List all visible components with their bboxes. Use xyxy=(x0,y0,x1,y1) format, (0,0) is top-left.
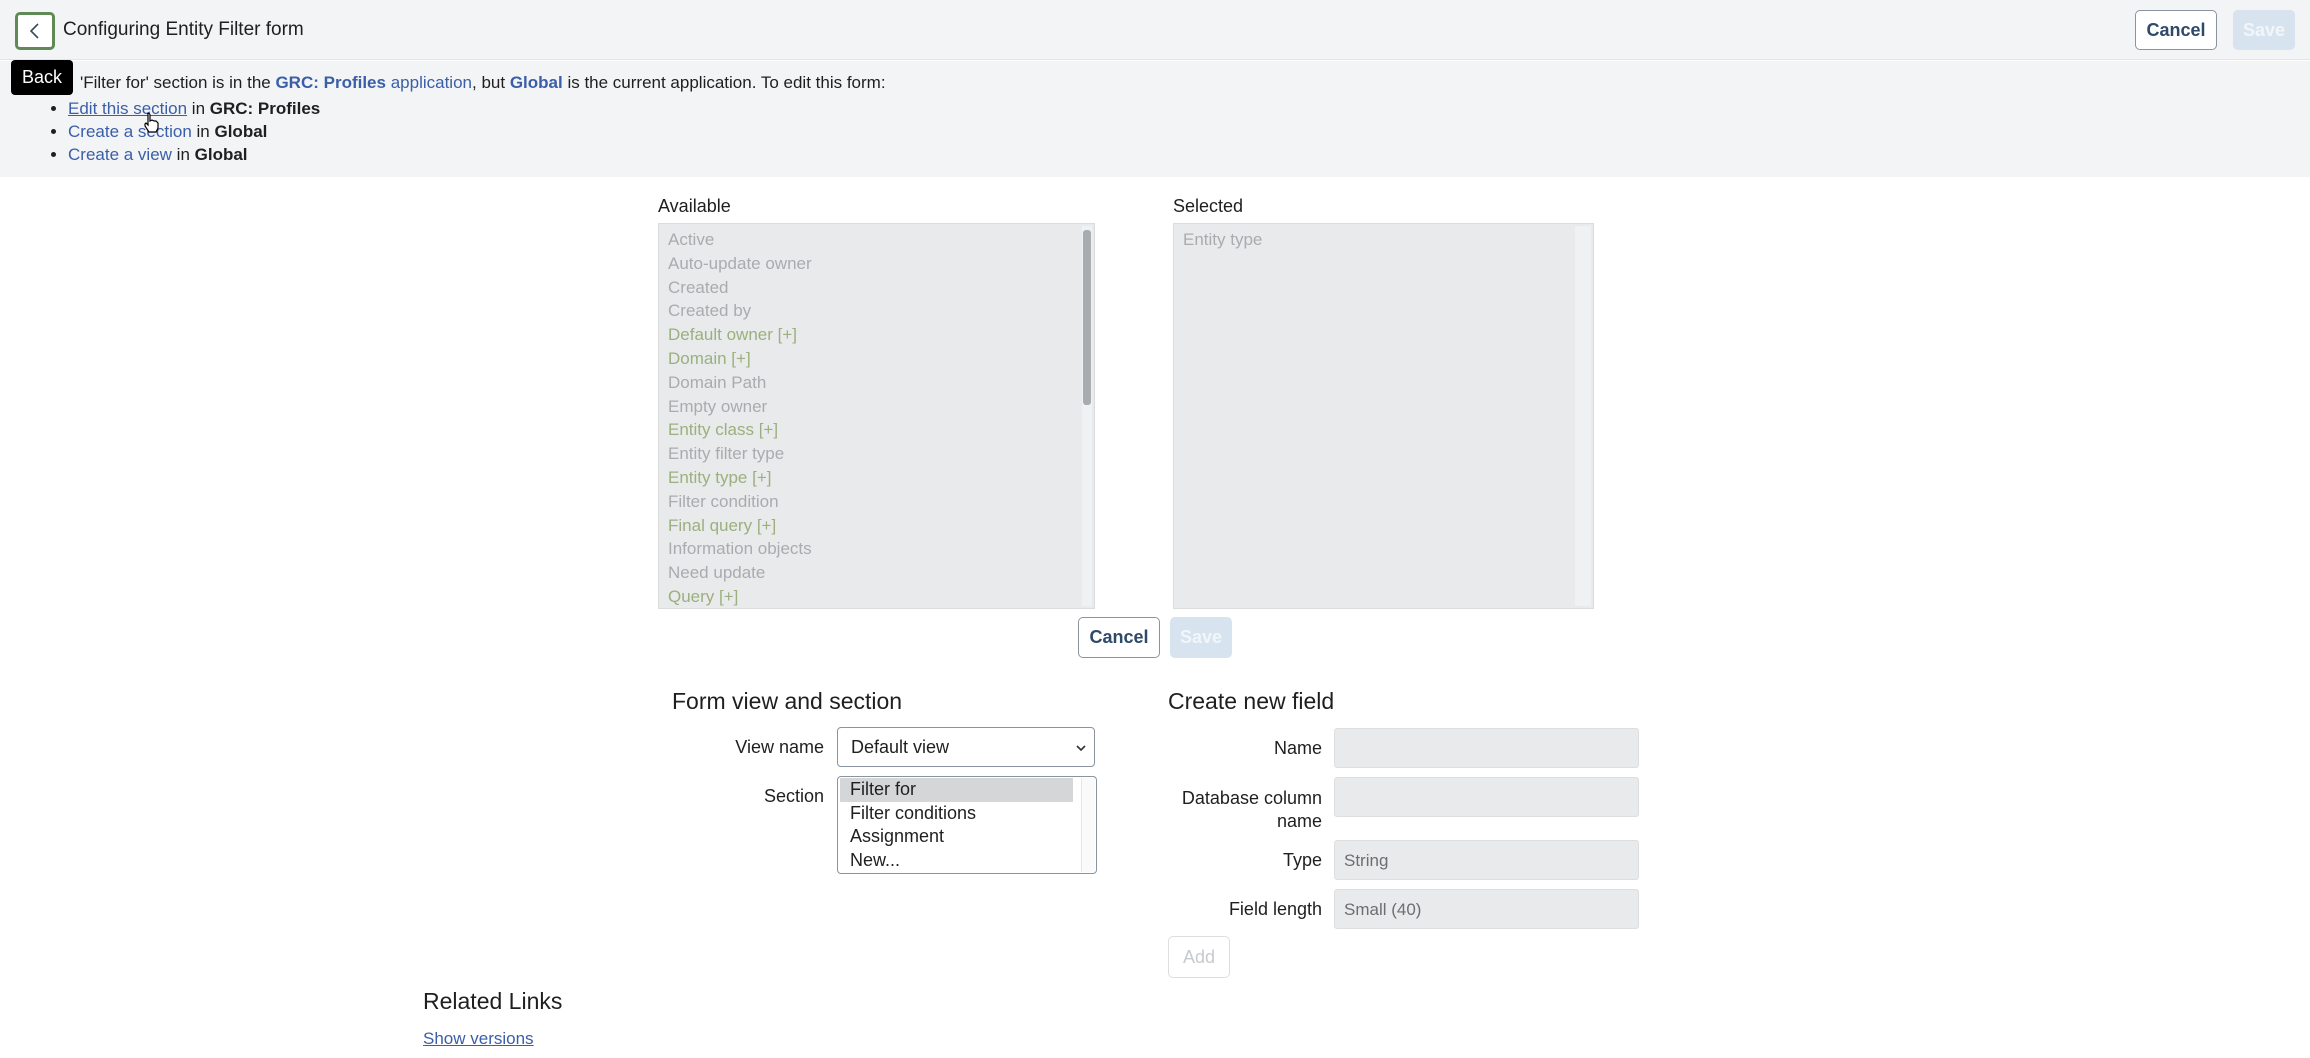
slushbucket-save-button[interactable]: Save xyxy=(1170,617,1232,658)
scope-notice: 'Filter for' section is in the GRC: Prof… xyxy=(0,61,2310,177)
back-button[interactable] xyxy=(15,12,55,50)
create-view-link[interactable]: Create a view xyxy=(68,145,172,164)
header-cancel-button[interactable]: Cancel xyxy=(2135,10,2217,50)
form-header: Configuring Entity Filter form Cancel Sa… xyxy=(0,0,2310,60)
notice-options: Edit this section in GRC: Profiles Creat… xyxy=(68,97,320,166)
available-fields-list[interactable]: Active Auto-update owner Created Created by… xyxy=(658,223,1095,609)
hand-cursor-icon xyxy=(144,112,159,133)
selected-field-option[interactable]: Entity type xyxy=(1174,228,1593,252)
form-view-title: Form view and section xyxy=(672,688,903,714)
type-label: Type xyxy=(1282,850,1322,870)
section-option[interactable]: Filter for xyxy=(840,778,1073,802)
notice-option: Create a view in Global xyxy=(68,143,320,166)
section-scrollbar[interactable] xyxy=(1081,778,1095,872)
db-column-label: Database column name xyxy=(1181,788,1322,831)
available-field-option[interactable]: Entity filter type xyxy=(659,442,1094,466)
field-length-field[interactable]: Small (40) xyxy=(1334,889,1639,929)
name-field[interactable] xyxy=(1334,728,1639,768)
selected-scrollbar[interactable] xyxy=(1575,226,1591,606)
available-field-option[interactable]: Final query [+] xyxy=(659,514,1094,538)
available-field-option[interactable]: Empty owner xyxy=(659,395,1094,419)
available-field-option[interactable]: Active xyxy=(659,228,1094,252)
related-links-title: Related Links xyxy=(423,988,563,1014)
available-field-option[interactable]: Entity type [+] xyxy=(659,466,1094,490)
show-versions-link[interactable]: Show versions xyxy=(423,1029,534,1049)
available-field-option[interactable]: Need update xyxy=(659,561,1094,585)
section-label: Section xyxy=(763,786,824,806)
available-field-option[interactable]: Filter condition xyxy=(659,490,1094,514)
notice-message: 'Filter for' section is in the GRC: Prof… xyxy=(80,73,886,92)
type-field[interactable]: String xyxy=(1334,840,1639,880)
available-field-option[interactable]: Domain Path xyxy=(659,371,1094,395)
edit-section-link[interactable]: Edit this section xyxy=(68,99,187,118)
view-name-label: View name xyxy=(735,737,824,757)
selected-fields-list[interactable]: Entity type xyxy=(1173,223,1594,609)
db-column-field[interactable] xyxy=(1334,777,1639,817)
available-field-option[interactable]: Default owner [+] xyxy=(659,323,1094,347)
available-field-option[interactable]: Information objects xyxy=(659,537,1094,561)
available-field-option[interactable]: Auto-update owner xyxy=(659,252,1094,276)
create-section-link[interactable]: Create a section xyxy=(68,122,192,141)
back-tooltip: Back xyxy=(11,60,73,95)
add-field-button[interactable]: Add xyxy=(1168,936,1230,978)
available-field-option[interactable]: Created xyxy=(659,276,1094,300)
page-title: Configuring Entity Filter form xyxy=(63,19,304,40)
header-save-button[interactable]: Save xyxy=(2233,10,2295,50)
app-name: GRC: Profiles xyxy=(275,73,386,92)
slushbucket-cancel-button[interactable]: Cancel xyxy=(1078,617,1160,658)
field-length-label: Field length xyxy=(1228,899,1322,919)
chevron-down-icon xyxy=(1076,745,1086,752)
section-option[interactable]: New... xyxy=(840,849,1073,873)
notice-option: Create a section in Global xyxy=(68,120,320,143)
available-scroll-thumb[interactable] xyxy=(1083,230,1091,405)
available-field-option[interactable]: Query [+] xyxy=(659,585,1094,608)
current-app: Global xyxy=(509,73,563,92)
available-label: Available xyxy=(658,196,731,216)
chevron-left-icon xyxy=(29,23,39,39)
create-field-title: Create new field xyxy=(1168,688,1335,714)
available-field-option[interactable]: Entity class [+] xyxy=(659,418,1094,442)
view-name-select[interactable]: Default view xyxy=(837,727,1095,767)
notice-option: Edit this section in GRC: Profiles xyxy=(68,97,320,120)
selected-label: Selected xyxy=(1173,196,1244,216)
name-label: Name xyxy=(1273,738,1322,758)
available-field-option[interactable]: Created by xyxy=(659,299,1094,323)
section-list[interactable]: Filter for Filter conditions Assignment New… xyxy=(837,776,1097,874)
section-option[interactable]: Filter conditions xyxy=(840,802,1073,826)
section-option[interactable]: Assignment xyxy=(840,825,1073,849)
available-field-option[interactable]: Domain [+] xyxy=(659,347,1094,371)
